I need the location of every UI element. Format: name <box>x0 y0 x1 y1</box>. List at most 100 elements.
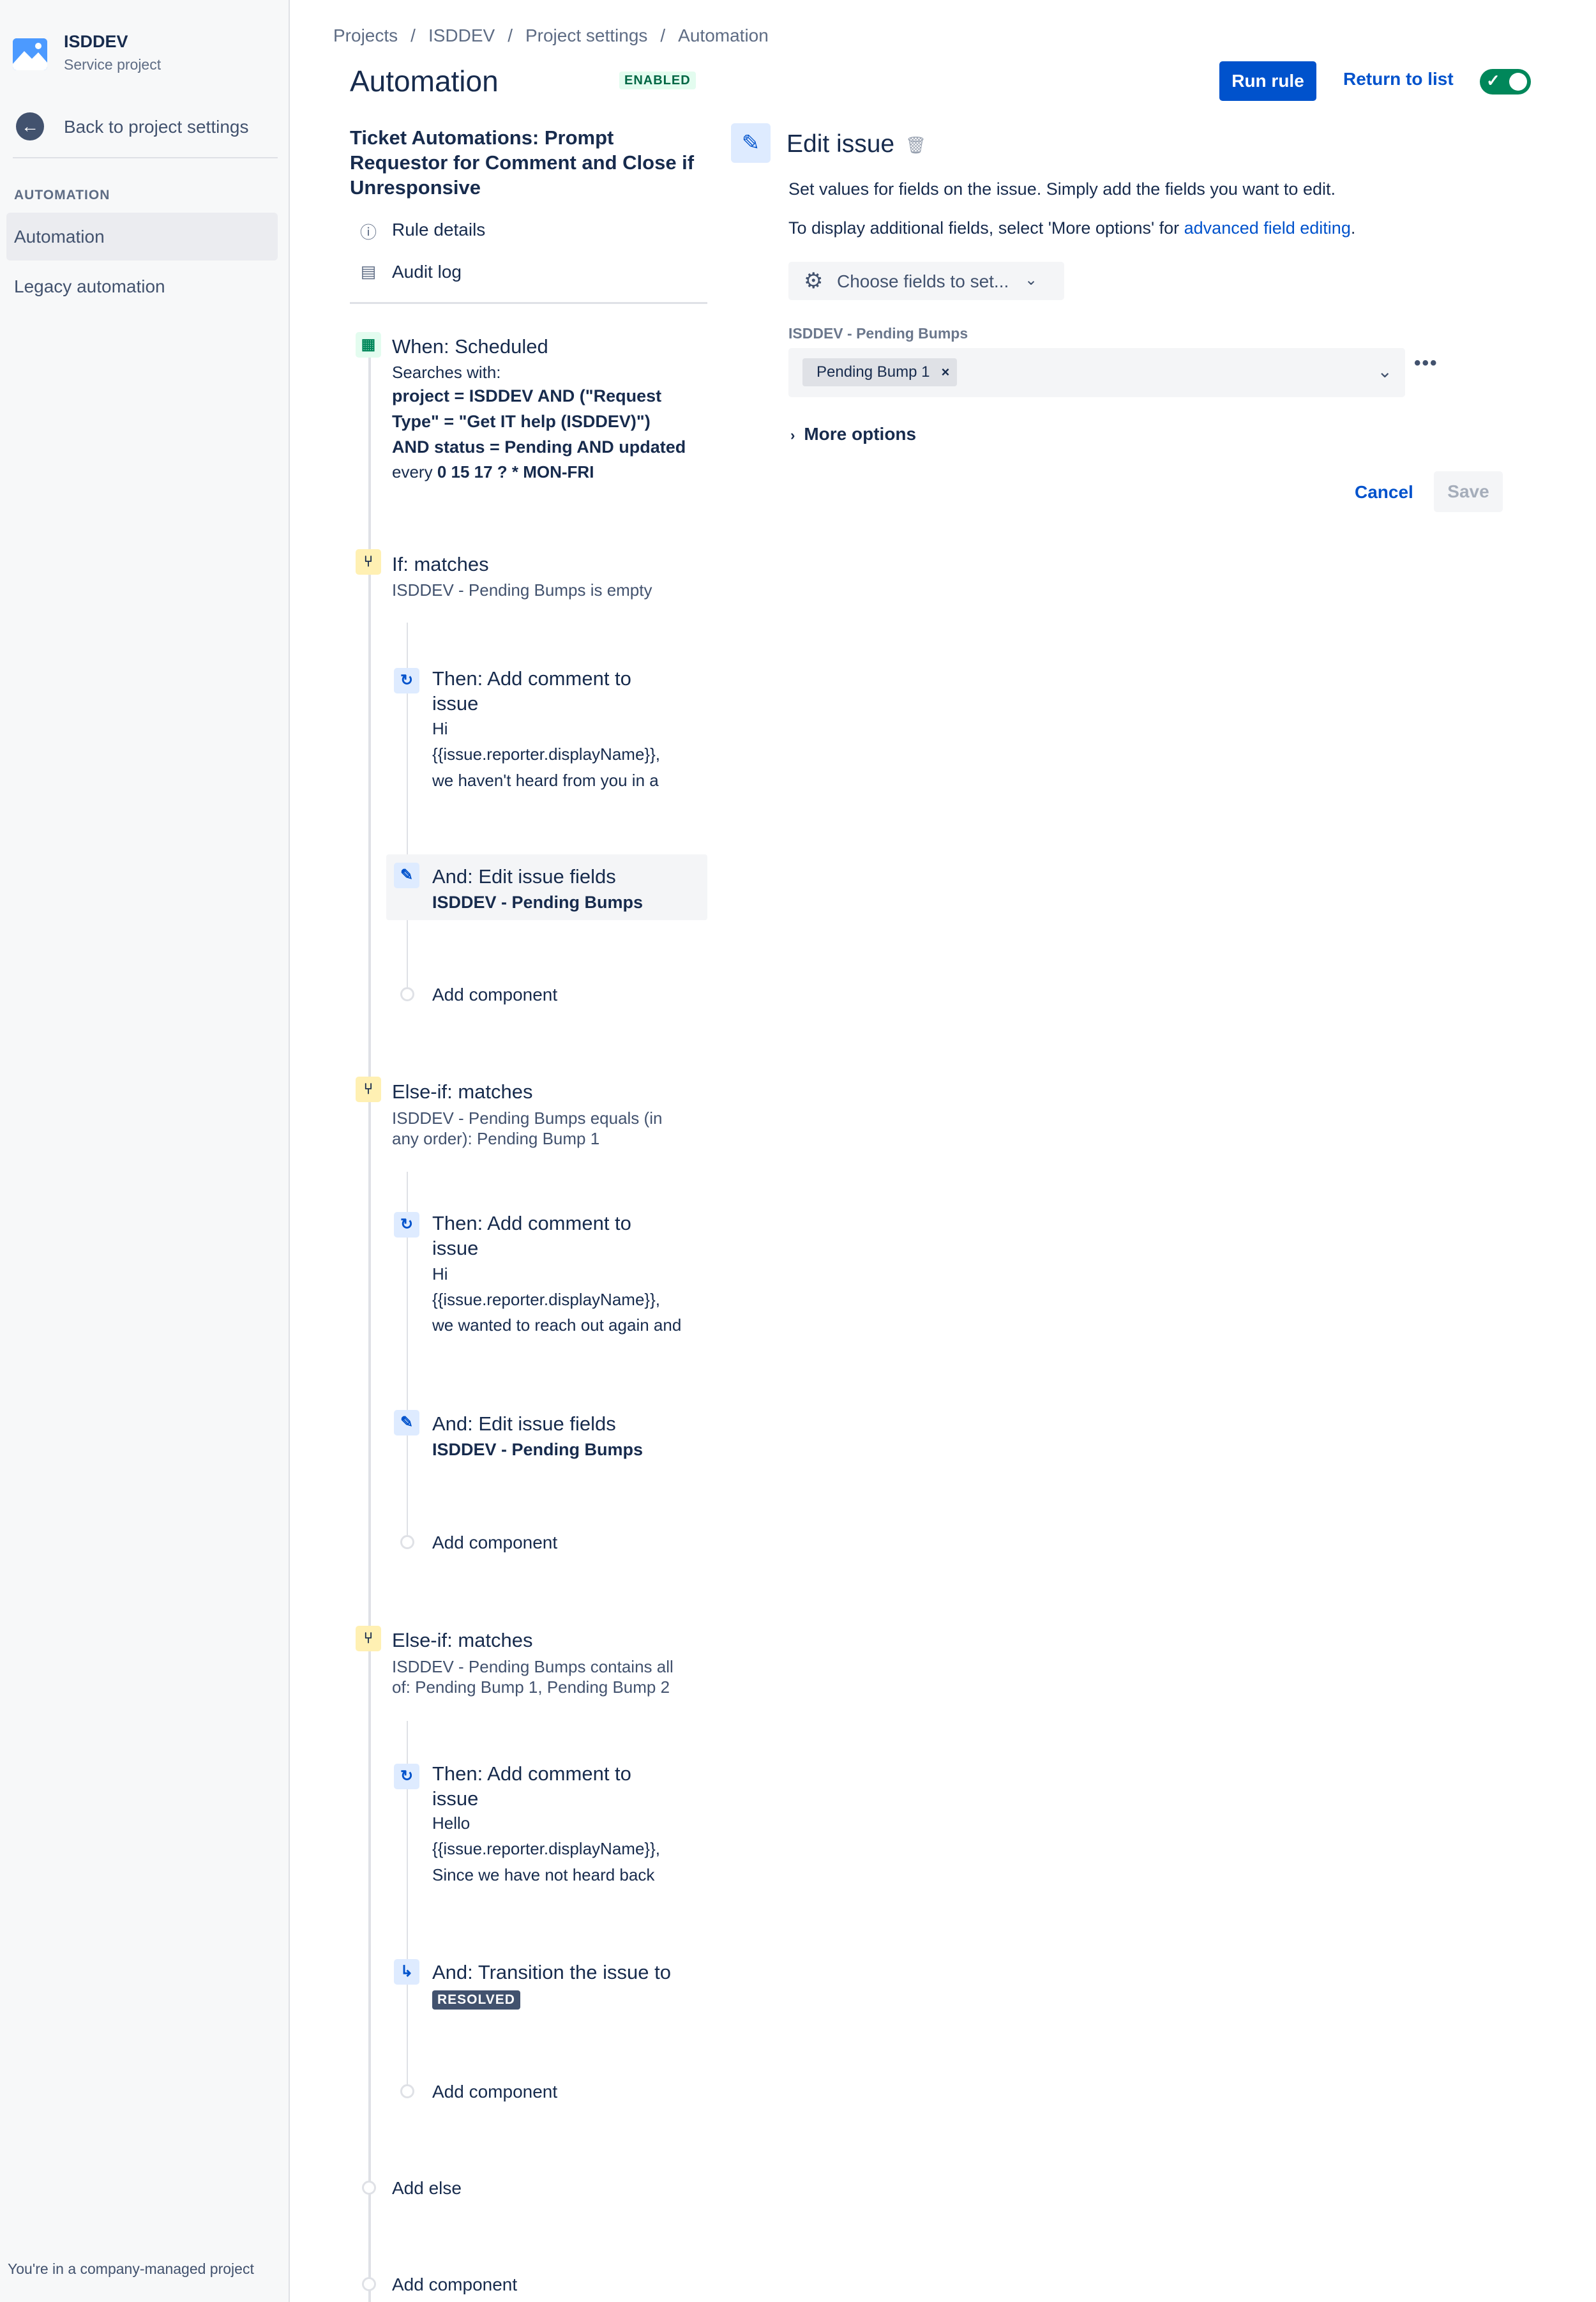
toggle-knob <box>1509 73 1527 91</box>
trigger-title[interactable]: When: Scheduled <box>392 334 548 359</box>
branch1-action1-title-1[interactable]: Then: Add comment to <box>432 666 631 691</box>
branch1-action2-title[interactable]: And: Edit issue fields <box>432 864 616 889</box>
chevron-right-icon: › <box>790 427 795 443</box>
branch2-comment-line-3: we wanted to reach out again and <box>432 1315 682 1335</box>
comment-icon: ↻ <box>394 668 419 693</box>
root-add-component[interactable]: Add component <box>392 2275 517 2295</box>
branch2-condition-2: any order): Pending Bump 1 <box>392 1129 600 1148</box>
sidebar-item-legacy-automation[interactable]: Legacy automation <box>14 276 165 297</box>
advanced-editing-note: To display additional fields, select 'Mo… <box>788 218 1355 238</box>
project-name: ISDDEV <box>64 32 128 51</box>
chevron-down-icon[interactable]: ⌄ <box>1378 361 1392 382</box>
pencil-icon: ✎ <box>731 123 771 163</box>
back-arrow-icon[interactable]: ← <box>16 112 44 140</box>
branch2-comment-line-2: {{issue.reporter.displayName}}, <box>432 1290 660 1309</box>
branch-icon: ⑂ <box>356 549 381 575</box>
gear-icon: ⚙ <box>804 269 824 293</box>
branch2-action2-title[interactable]: And: Edit issue fields <box>432 1411 616 1436</box>
save-button[interactable]: Save <box>1434 471 1503 512</box>
branch3-condition-2: of: Pending Bump 1, Pending Bump 2 <box>392 1677 670 1697</box>
remove-chip-icon[interactable]: × <box>941 358 949 386</box>
add-component-dot <box>362 2277 376 2291</box>
choose-fields-label: Choose fields to set... <box>837 271 1009 291</box>
run-rule-button[interactable]: Run rule <box>1219 61 1316 101</box>
branch1-comment-line-2: {{issue.reporter.displayName}}, <box>432 745 660 764</box>
branch3-comment-line-3: Since we have not heard back <box>432 1865 655 1884</box>
sidebar-item-automation[interactable]: Automation <box>6 213 278 261</box>
resolved-status-lozenge: RESOLVED <box>432 1990 520 2010</box>
cancel-button[interactable]: Cancel <box>1355 482 1413 503</box>
edit-issue-title: Edit issue <box>787 130 895 158</box>
trigger-schedule: every 0 15 17 ? * MON-FRI <box>392 462 594 482</box>
add-component-dot <box>400 1535 414 1549</box>
branch3-comment-line-1: Hello <box>432 1814 471 1833</box>
company-managed-note: You're in a company-managed project <box>8 2260 254 2277</box>
breadcrumb-project-settings[interactable]: Project settings <box>525 26 647 46</box>
trash-icon[interactable]: 🗑 <box>905 135 926 155</box>
chevron-down-icon: ⌄ <box>1025 271 1038 289</box>
field-label: ISDDEV - Pending Bumps <box>788 325 968 342</box>
back-to-project-settings-link[interactable]: Back to project settings <box>64 117 248 137</box>
branch-icon: ⑂ <box>356 1626 381 1651</box>
add-else-link[interactable]: Add else <box>392 2178 462 2199</box>
pending-bumps-select[interactable]: Pending Bump 1 × ⌄ <box>788 348 1405 397</box>
advanced-field-editing-link[interactable]: advanced field editing <box>1184 218 1351 238</box>
breadcrumb-automation[interactable]: Automation <box>678 26 769 46</box>
advanced-note-suffix: . <box>1350 218 1356 238</box>
edit-description: Set values for fields on the issue. Simp… <box>788 179 1336 199</box>
rule-name: Ticket Automations: Prompt Requestor for… <box>350 126 695 199</box>
audit-log-link[interactable]: Audit log <box>392 262 462 282</box>
branch3-title[interactable]: Else-if: matches <box>392 1628 533 1653</box>
branch1-action2-field: ISDDEV - Pending Bumps <box>432 893 644 912</box>
branch2-add-component[interactable]: Add component <box>432 1533 557 1553</box>
schedule-prefix: every <box>392 462 433 481</box>
branch1-condition: ISDDEV - Pending Bumps is empty <box>392 580 652 600</box>
transition-icon: ↳ <box>394 1959 419 1985</box>
trigger-searches-label: Searches with: <box>392 363 501 382</box>
branch2-action1-title-2[interactable]: issue <box>432 1236 478 1261</box>
branch3-action2-title[interactable]: And: Transition the issue to <box>432 1960 671 1985</box>
rule-details-link[interactable]: Rule details <box>392 220 485 240</box>
add-else-dot <box>362 2181 376 2195</box>
advanced-note-prefix: To display additional fields, select 'Mo… <box>788 218 1184 238</box>
pencil-icon: ✎ <box>394 863 419 888</box>
audit-log-icon: ▤ <box>360 262 377 281</box>
branch3-action1-title-2[interactable]: issue <box>432 1786 478 1811</box>
branch1-action1-title-2[interactable]: issue <box>432 691 478 716</box>
branch2-title[interactable]: Else-if: matches <box>392 1079 533 1104</box>
branch2-action1-title-1[interactable]: Then: Add comment to <box>432 1211 631 1236</box>
trigger-jql-line-2: Type" = "Get IT help (ISDDEV)") <box>392 412 651 431</box>
sidebar: ISDDEV Service project ← Back to project… <box>0 0 290 2302</box>
branch1-add-component[interactable]: Add component <box>432 985 557 1005</box>
more-actions-icon[interactable]: ••• <box>1414 352 1438 374</box>
cron-expression: 0 15 17 ? * MON-FRI <box>437 462 594 481</box>
choose-fields-button[interactable]: ⚙ Choose fields to set... ⌄ <box>788 262 1064 300</box>
info-icon: ⓘ <box>359 223 377 242</box>
breadcrumb: Projects / ISDDEV / Project settings / Auto… <box>333 26 769 46</box>
add-component-dot <box>400 2084 414 2098</box>
branch3-condition-1: ISDDEV - Pending Bumps contains all <box>392 1657 674 1676</box>
breadcrumb-projects[interactable]: Projects <box>333 26 398 46</box>
branch1-comment-line-1: Hi <box>432 719 448 738</box>
branch1-comment-line-3: we haven't heard from you in a <box>432 771 659 790</box>
sidebar-section-heading: AUTOMATION <box>14 188 110 202</box>
more-options-label: More options <box>804 424 917 444</box>
status-badge: ENABLED <box>619 72 696 89</box>
breadcrumb-project[interactable]: ISDDEV <box>428 26 495 46</box>
selected-value-chip: Pending Bump 1 × <box>802 358 958 386</box>
more-options-toggle[interactable]: › More options <box>790 424 916 444</box>
return-to-list-button[interactable]: Return to list <box>1343 69 1454 89</box>
chip-label: Pending Bump 1 <box>817 363 930 381</box>
project-type: Service project <box>64 56 162 73</box>
branch2-condition-1: ISDDEV - Pending Bumps equals (in <box>392 1109 663 1128</box>
rule-enabled-toggle[interactable]: ✓ <box>1480 69 1531 95</box>
branch3-add-component[interactable]: Add component <box>432 2082 557 2102</box>
project-avatar <box>13 38 47 70</box>
rule-divider <box>350 302 707 304</box>
comment-icon: ↻ <box>394 1764 419 1789</box>
rule-flow-line <box>368 358 371 2302</box>
branch2-comment-line-1: Hi <box>432 1264 448 1284</box>
branch3-action1-title-1[interactable]: Then: Add comment to <box>432 1761 631 1786</box>
branch3-comment-line-2: {{issue.reporter.displayName}}, <box>432 1839 660 1858</box>
branch1-title[interactable]: If: matches <box>392 552 489 577</box>
